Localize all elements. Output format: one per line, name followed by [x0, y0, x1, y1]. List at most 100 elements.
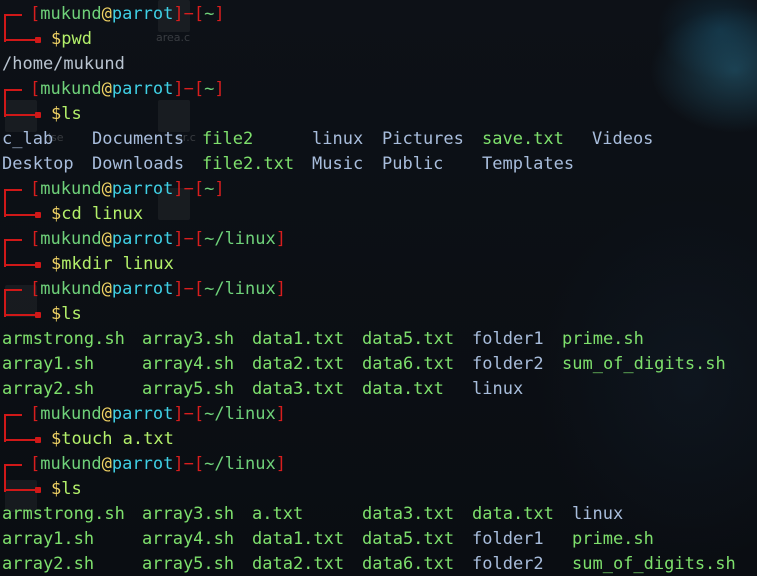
prompt-at: @: [101, 229, 112, 249]
directory-entry: Templates: [482, 154, 575, 174]
prompt-bullet-icon: [35, 112, 41, 118]
prompt-host: parrot: [111, 229, 174, 249]
prompt-separator: −: [183, 179, 194, 199]
prompt-dollar: $: [51, 29, 62, 49]
directory-entry: Downloads: [92, 154, 185, 174]
prompt-user: mukund: [40, 454, 102, 474]
prompt-dollar: $: [51, 204, 62, 224]
directory-entry: Desktop: [2, 154, 74, 174]
prompt-separator: −: [183, 79, 194, 99]
command-line: $ls: [2, 102, 752, 127]
prompt-line: [mukund@parrot]−[~]: [2, 77, 752, 117]
command-line: $ls: [2, 477, 752, 502]
prompt-dollar: $: [51, 479, 62, 499]
directory-entry: linux: [572, 504, 624, 524]
prompt-bracket: ]: [173, 454, 184, 474]
prompt-bracket: ]: [173, 79, 184, 99]
command-line: $ls: [2, 302, 752, 327]
file-entry: data5.txt: [362, 529, 455, 549]
command-line: $cd linux: [2, 202, 752, 227]
prompt-bracket: ]: [214, 4, 225, 24]
directory-entry: linux: [472, 379, 524, 399]
prompt-host: parrot: [111, 4, 174, 24]
prompt-bracket: [: [30, 404, 41, 424]
prompt-separator: −: [183, 404, 194, 424]
prompt-bracket: [: [193, 179, 205, 199]
prompt-host: parrot: [111, 79, 174, 99]
command-text: ls: [61, 104, 82, 124]
prompt-bracket: ]: [275, 279, 286, 299]
terminal-output[interactable]: [mukund@parrot]−[~] $pwd/home/mukund [muku…: [2, 2, 752, 576]
command-text: ls: [61, 304, 82, 324]
listing-row: c_lab Documents file2 linux Pictures save.txt…: [2, 127, 752, 152]
prompt-bracket: [: [30, 279, 41, 299]
directory-entry: folder2: [472, 554, 544, 574]
file-entry: array2.sh: [2, 554, 95, 574]
prompt-dollar: $: [51, 429, 62, 449]
directory-entry: Public: [382, 154, 444, 174]
prompt-bracket: [: [193, 454, 205, 474]
file-entry: data.txt: [472, 504, 554, 524]
prompt-cwd: ~: [204, 79, 215, 99]
prompt-at: @: [101, 404, 112, 424]
file-entry: data.txt: [362, 379, 444, 399]
directory-entry: Pictures: [382, 129, 464, 149]
command-line: $mkdir linux: [2, 252, 752, 277]
prompt-cwd: ~: [204, 4, 215, 24]
prompt-bracket: [: [30, 179, 41, 199]
prompt-bracket: [: [193, 79, 205, 99]
prompt-bullet-icon: [35, 262, 41, 268]
file-entry: data1.txt: [252, 329, 345, 349]
prompt-dollar: $: [51, 254, 62, 274]
prompt-separator: −: [183, 4, 194, 24]
file-entry: file2.txt: [202, 154, 295, 174]
prompt-bracket: ]: [173, 229, 184, 249]
directory-entry: folder1: [472, 329, 544, 349]
prompt-bracket: ]: [275, 229, 286, 249]
prompt-user: mukund: [40, 279, 102, 299]
command-text: cd linux: [61, 204, 144, 224]
listing-row: array1.sh array4.sh data2.txt data6.txt fold…: [2, 352, 752, 377]
prompt-bracket: ]: [173, 4, 184, 24]
file-entry: array4.sh: [142, 354, 235, 374]
file-entry: array5.sh: [142, 554, 235, 574]
file-entry: data1.txt: [252, 529, 345, 549]
file-entry: data3.txt: [362, 504, 455, 524]
prompt-host: parrot: [111, 179, 174, 199]
prompt-line: [mukund@parrot]−[~/linux]: [2, 402, 752, 442]
prompt-bracket: ]: [173, 179, 184, 199]
prompt-bracket: [: [193, 4, 205, 24]
listing-row: armstrong.sh array3.sh a.txt data3.txt data.…: [2, 502, 752, 527]
prompt-separator: −: [183, 454, 194, 474]
prompt-cwd: ~: [204, 179, 215, 199]
prompt-cwd: ~/linux: [204, 454, 276, 474]
command-text: mkdir linux: [61, 254, 174, 274]
prompt-bracket: [: [193, 279, 205, 299]
prompt-at: @: [101, 279, 112, 299]
prompt-bracket: [: [30, 229, 41, 249]
prompt-cwd: ~/linux: [204, 404, 276, 424]
file-entry: armstrong.sh: [2, 329, 125, 349]
file-entry: a.txt: [252, 504, 304, 524]
directory-entry: Documents: [92, 129, 185, 149]
directory-entry: Music: [312, 154, 364, 174]
prompt-bullet-icon: [35, 37, 41, 43]
file-entry: save.txt: [482, 129, 564, 149]
directory-entry: folder2: [472, 354, 544, 374]
command-text: pwd: [61, 29, 92, 49]
prompt-host: parrot: [111, 279, 174, 299]
prompt-line: [mukund@parrot]−[~]: [2, 2, 752, 42]
prompt-separator: −: [183, 279, 194, 299]
prompt-line: [mukund@parrot]−[~/linux]: [2, 277, 752, 317]
prompt-bullet-icon: [35, 212, 41, 218]
command-text: ls: [61, 479, 82, 499]
file-entry: array4.sh: [142, 529, 235, 549]
file-entry: array1.sh: [2, 354, 95, 374]
command-line: $pwd: [2, 27, 752, 52]
listing-row: array1.sh array4.sh data1.txt data5.txt fold…: [2, 527, 752, 552]
command-text: touch a.txt: [61, 429, 174, 449]
directory-entry: linux: [312, 129, 364, 149]
prompt-cwd: ~/linux: [204, 229, 276, 249]
prompt-bullet-icon: [35, 437, 41, 443]
file-entry: data3.txt: [252, 379, 345, 399]
